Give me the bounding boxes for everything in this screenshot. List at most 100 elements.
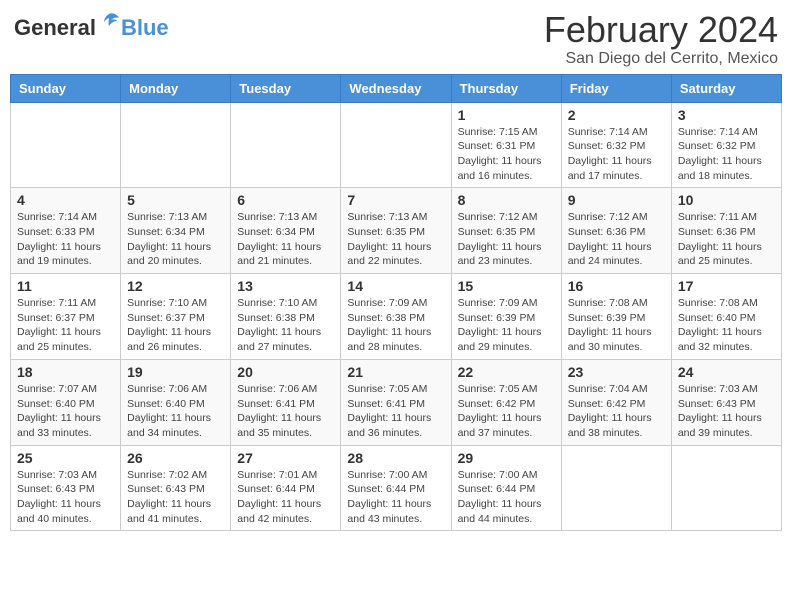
title-section: February 2024 San Diego del Cerrito, Mex…	[544, 10, 778, 68]
calendar-day-cell: 8 Sunrise: 7:12 AM Sunset: 6:35 PM Daylig…	[451, 188, 561, 274]
day-info: Sunrise: 7:04 AM Sunset: 6:42 PM Dayligh…	[568, 382, 665, 441]
logo-blue-text: Blue	[121, 17, 169, 39]
logo: General Blue	[14, 10, 169, 39]
calendar-day-cell: 7 Sunrise: 7:13 AM Sunset: 6:35 PM Daylig…	[341, 188, 451, 274]
day-info: Sunrise: 7:07 AM Sunset: 6:40 PM Dayligh…	[17, 382, 114, 441]
day-info: Sunrise: 7:13 AM Sunset: 6:34 PM Dayligh…	[237, 210, 334, 269]
day-number: 27	[237, 450, 334, 466]
calendar-day-cell: 5 Sunrise: 7:13 AM Sunset: 6:34 PM Daylig…	[121, 188, 231, 274]
calendar-day-cell	[231, 102, 341, 188]
day-number: 4	[17, 192, 114, 208]
day-number: 17	[678, 278, 775, 294]
day-info: Sunrise: 7:09 AM Sunset: 6:38 PM Dayligh…	[347, 296, 444, 355]
day-of-week-header: Thursday	[451, 74, 561, 102]
calendar-day-cell: 13Sunrise: 7:10 AM Sunset: 6:38 PM Dayli…	[231, 274, 341, 360]
day-number: 9	[568, 192, 665, 208]
day-info: Sunrise: 7:06 AM Sunset: 6:40 PM Dayligh…	[127, 382, 224, 441]
day-of-week-header: Sunday	[11, 74, 121, 102]
calendar-day-cell	[671, 445, 781, 531]
calendar-table: SundayMondayTuesdayWednesdayThursdayFrid…	[10, 74, 782, 532]
day-info: Sunrise: 7:11 AM Sunset: 6:36 PM Dayligh…	[678, 210, 775, 269]
day-info: Sunrise: 7:05 AM Sunset: 6:41 PM Dayligh…	[347, 382, 444, 441]
calendar-day-cell: 26 Sunrise: 7:02 AM Sunset: 6:43 PM Dayli…	[121, 445, 231, 531]
day-info: Sunrise: 7:14 AM Sunset: 6:32 PM Dayligh…	[568, 125, 665, 184]
main-title: February 2024	[544, 10, 778, 50]
day-number: 20	[237, 364, 334, 380]
calendar-day-cell: 20 Sunrise: 7:06 AM Sunset: 6:41 PM Dayli…	[231, 359, 341, 445]
calendar-day-cell: 17 Sunrise: 7:08 AM Sunset: 6:40 PM Dayli…	[671, 274, 781, 360]
day-info: Sunrise: 7:01 AM Sunset: 6:44 PM Dayligh…	[237, 468, 334, 527]
day-info: Sunrise: 7:02 AM Sunset: 6:43 PM Dayligh…	[127, 468, 224, 527]
calendar-day-cell: 9 Sunrise: 7:12 AM Sunset: 6:36 PM Daylig…	[561, 188, 671, 274]
day-info: Sunrise: 7:11 AM Sunset: 6:37 PM Dayligh…	[17, 296, 114, 355]
day-number: 8	[458, 192, 555, 208]
day-number: 6	[237, 192, 334, 208]
calendar-day-cell: 6 Sunrise: 7:13 AM Sunset: 6:34 PM Daylig…	[231, 188, 341, 274]
calendar-day-cell: 2 Sunrise: 7:14 AM Sunset: 6:32 PM Daylig…	[561, 102, 671, 188]
calendar-week-row: 11Sunrise: 7:11 AM Sunset: 6:37 PM Dayli…	[11, 274, 782, 360]
calendar-week-row: 1Sunrise: 7:15 AM Sunset: 6:31 PM Daylig…	[11, 102, 782, 188]
day-number: 16	[568, 278, 665, 294]
calendar-day-cell: 11Sunrise: 7:11 AM Sunset: 6:37 PM Dayli…	[11, 274, 121, 360]
day-number: 25	[17, 450, 114, 466]
day-number: 2	[568, 107, 665, 123]
day-number: 29	[458, 450, 555, 466]
day-number: 14	[347, 278, 444, 294]
day-number: 26	[127, 450, 224, 466]
calendar-day-cell	[121, 102, 231, 188]
day-info: Sunrise: 7:12 AM Sunset: 6:36 PM Dayligh…	[568, 210, 665, 269]
day-info: Sunrise: 7:14 AM Sunset: 6:32 PM Dayligh…	[678, 125, 775, 184]
calendar-week-row: 18 Sunrise: 7:07 AM Sunset: 6:40 PM Dayli…	[11, 359, 782, 445]
day-number: 22	[458, 364, 555, 380]
day-info: Sunrise: 7:08 AM Sunset: 6:40 PM Dayligh…	[678, 296, 775, 355]
day-number: 21	[347, 364, 444, 380]
day-info: Sunrise: 7:06 AM Sunset: 6:41 PM Dayligh…	[237, 382, 334, 441]
calendar-day-cell: 25 Sunrise: 7:03 AM Sunset: 6:43 PM Dayli…	[11, 445, 121, 531]
calendar-header-row: SundayMondayTuesdayWednesdayThursdayFrid…	[11, 74, 782, 102]
day-info: Sunrise: 7:08 AM Sunset: 6:39 PM Dayligh…	[568, 296, 665, 355]
day-info: Sunrise: 7:03 AM Sunset: 6:43 PM Dayligh…	[678, 382, 775, 441]
calendar-week-row: 25 Sunrise: 7:03 AM Sunset: 6:43 PM Dayli…	[11, 445, 782, 531]
day-number: 13	[237, 278, 334, 294]
logo-bird-icon	[99, 10, 121, 37]
calendar-day-cell: 1Sunrise: 7:15 AM Sunset: 6:31 PM Daylig…	[451, 102, 561, 188]
day-of-week-header: Monday	[121, 74, 231, 102]
calendar-day-cell	[341, 102, 451, 188]
subtitle: San Diego del Cerrito, Mexico	[544, 50, 778, 68]
calendar-day-cell: 14 Sunrise: 7:09 AM Sunset: 6:38 PM Dayli…	[341, 274, 451, 360]
calendar-day-cell: 12 Sunrise: 7:10 AM Sunset: 6:37 PM Dayli…	[121, 274, 231, 360]
calendar-day-cell: 22 Sunrise: 7:05 AM Sunset: 6:42 PM Dayli…	[451, 359, 561, 445]
calendar-day-cell: 10 Sunrise: 7:11 AM Sunset: 6:36 PM Dayli…	[671, 188, 781, 274]
calendar-day-cell: 24 Sunrise: 7:03 AM Sunset: 6:43 PM Dayli…	[671, 359, 781, 445]
day-number: 24	[678, 364, 775, 380]
day-number: 3	[678, 107, 775, 123]
day-info: Sunrise: 7:12 AM Sunset: 6:35 PM Dayligh…	[458, 210, 555, 269]
calendar-day-cell	[11, 102, 121, 188]
day-number: 18	[17, 364, 114, 380]
calendar-day-cell: 3 Sunrise: 7:14 AM Sunset: 6:32 PM Daylig…	[671, 102, 781, 188]
day-info: Sunrise: 7:10 AM Sunset: 6:37 PM Dayligh…	[127, 296, 224, 355]
calendar-day-cell: 15Sunrise: 7:09 AM Sunset: 6:39 PM Dayli…	[451, 274, 561, 360]
day-info: Sunrise: 7:00 AM Sunset: 6:44 PM Dayligh…	[347, 468, 444, 527]
header: General Blue February 2024 San Diego del…	[10, 10, 782, 68]
day-number: 7	[347, 192, 444, 208]
calendar-week-row: 4Sunrise: 7:14 AM Sunset: 6:33 PM Daylig…	[11, 188, 782, 274]
day-number: 12	[127, 278, 224, 294]
day-info: Sunrise: 7:09 AM Sunset: 6:39 PM Dayligh…	[458, 296, 555, 355]
day-info: Sunrise: 7:03 AM Sunset: 6:43 PM Dayligh…	[17, 468, 114, 527]
day-number: 19	[127, 364, 224, 380]
day-info: Sunrise: 7:13 AM Sunset: 6:35 PM Dayligh…	[347, 210, 444, 269]
calendar-day-cell: 19 Sunrise: 7:06 AM Sunset: 6:40 PM Dayli…	[121, 359, 231, 445]
day-info: Sunrise: 7:00 AM Sunset: 6:44 PM Dayligh…	[458, 468, 555, 527]
day-number: 28	[347, 450, 444, 466]
day-number: 10	[678, 192, 775, 208]
logo-general-text: General	[14, 17, 96, 39]
day-info: Sunrise: 7:13 AM Sunset: 6:34 PM Dayligh…	[127, 210, 224, 269]
day-info: Sunrise: 7:05 AM Sunset: 6:42 PM Dayligh…	[458, 382, 555, 441]
calendar-day-cell: 29 Sunrise: 7:00 AM Sunset: 6:44 PM Dayli…	[451, 445, 561, 531]
day-number: 5	[127, 192, 224, 208]
day-number: 1	[458, 107, 555, 123]
day-of-week-header: Friday	[561, 74, 671, 102]
calendar-day-cell: 27 Sunrise: 7:01 AM Sunset: 6:44 PM Dayli…	[231, 445, 341, 531]
day-of-week-header: Wednesday	[341, 74, 451, 102]
